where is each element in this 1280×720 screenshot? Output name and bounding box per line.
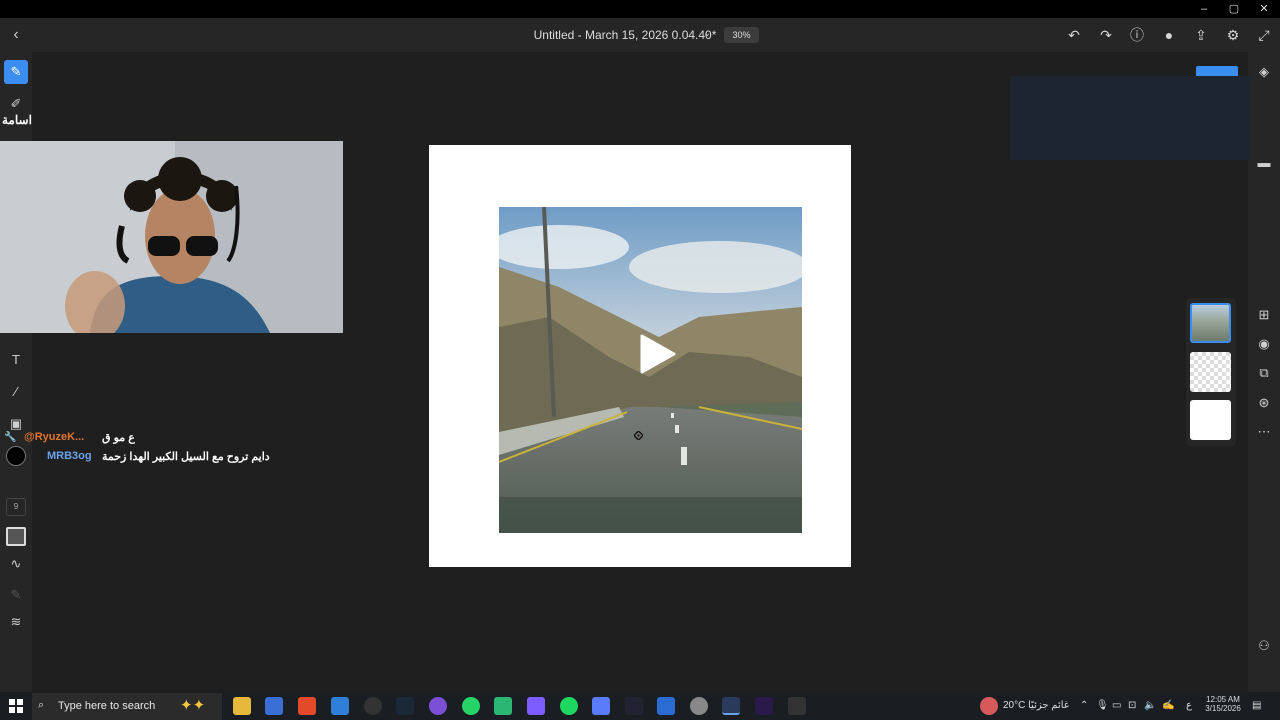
cursor-icon	[634, 431, 643, 440]
blend-icon[interactable]: ⊛	[1254, 393, 1274, 413]
brush-size-field[interactable]: 9	[6, 498, 26, 516]
clock[interactable]: 12:05 AM 3/15/2026	[1200, 695, 1246, 713]
layer-thumbnail-video[interactable]	[1190, 303, 1231, 343]
search-icon: ⌕	[38, 699, 45, 711]
redo-icon[interactable]: ↷	[1097, 26, 1115, 44]
maximize-button[interactable]: ▢	[1220, 2, 1248, 16]
layer-thumbnail-background[interactable]	[1190, 400, 1231, 440]
shapes-icon[interactable]: ⚇	[1254, 636, 1274, 656]
disabled-brush-icon: ✎	[10, 587, 22, 602]
wrench-icon: 🔧	[4, 432, 17, 443]
browser-icon[interactable]	[690, 697, 708, 715]
notifications-icon[interactable]: ▤	[1252, 700, 1261, 711]
text-tool-icon[interactable]: T	[4, 348, 28, 372]
pen-icon[interactable]: ✍	[1162, 700, 1174, 711]
tray-chevron-icon[interactable]: ⌃	[1080, 700, 1088, 711]
clock-time: 12:05 AM	[1206, 695, 1240, 704]
fresco-icon[interactable]	[722, 697, 740, 715]
spotify-icon[interactable]	[560, 697, 578, 715]
chat-message-2: دايم تروح مع السيل الكبير الهدا زحمة	[102, 451, 270, 463]
language-indicator[interactable]: ع	[1186, 700, 1192, 711]
steam-icon[interactable]	[396, 697, 414, 715]
back-icon[interactable]: ‹	[8, 26, 24, 44]
more-icon[interactable]: ⋯	[1254, 422, 1274, 442]
layers-icon[interactable]: ◈	[1254, 62, 1274, 82]
avatar	[6, 446, 26, 466]
app-icon[interactable]	[364, 697, 382, 715]
obs-icon[interactable]	[429, 697, 447, 715]
chevron-down-icon[interactable]: ⌄	[703, 28, 715, 42]
display-icon[interactable]: ⊡	[1128, 700, 1136, 711]
volume-icon[interactable]: 🔈	[1144, 700, 1156, 711]
document-title: Untitled - March 15, 2026 0.04.40*	[0, 18, 1280, 52]
draw-tool-icon[interactable]: ✎	[4, 60, 28, 84]
clock-date: 3/15/2026	[1205, 704, 1241, 713]
weather-icon[interactable]	[980, 697, 998, 715]
document-title-text[interactable]: Untitled - March 15, 2026 0.04.40*	[534, 18, 717, 52]
terminal-icon[interactable]	[625, 697, 643, 715]
ipad-app-icon[interactable]	[788, 697, 806, 715]
eyedropper-icon[interactable]: ⁄	[4, 380, 28, 404]
account-icon[interactable]: ●	[1160, 26, 1178, 44]
color-swatch[interactable]	[6, 527, 26, 546]
chat-message-1: ع مو ق	[102, 432, 135, 444]
minimize-button[interactable]: –	[1190, 2, 1218, 16]
mail-icon[interactable]	[331, 697, 349, 715]
overlay-panel	[1010, 76, 1250, 160]
window-title-bar: – ▢ ✕	[0, 0, 1280, 18]
microphone-icon[interactable]: 🎙	[1096, 700, 1109, 711]
store-icon[interactable]	[265, 697, 283, 715]
settings-icon[interactable]: ⚙	[1224, 26, 1242, 44]
vpn-icon[interactable]	[592, 697, 610, 715]
help-icon[interactable]: ⓘ	[1128, 26, 1146, 44]
premiere-icon[interactable]	[755, 697, 773, 715]
brave-icon[interactable]	[298, 697, 316, 715]
app-header: ‹ Untitled - March 15, 2026 0.04.40* ⌄ 3…	[0, 18, 1280, 52]
search-placeholder[interactable]: Type here to search	[58, 700, 155, 712]
game-icon[interactable]	[527, 697, 545, 715]
weather-desc[interactable]: غائم جزئيًا	[1028, 700, 1069, 711]
visibility-icon[interactable]: ◉	[1254, 334, 1274, 354]
android-icon[interactable]	[494, 697, 512, 715]
undo-icon[interactable]: ↶	[1065, 26, 1083, 44]
word-icon[interactable]	[657, 697, 675, 715]
network-icon[interactable]: ▭	[1112, 700, 1121, 711]
layer-thumbnail-empty[interactable]	[1190, 352, 1231, 392]
adjust-icon[interactable]: ≋	[4, 610, 28, 634]
smoothing-icon[interactable]: ∿	[4, 552, 28, 576]
close-button[interactable]: ✕	[1250, 2, 1278, 16]
webcam-overlay	[0, 141, 343, 333]
whatsapp-icon[interactable]	[462, 697, 480, 715]
play-icon[interactable]	[636, 334, 676, 374]
weather-temp[interactable]: 20°C	[1003, 700, 1025, 711]
sparkle-icon[interactable]: ✦✦	[180, 696, 205, 714]
comment-icon[interactable]: ▬	[1254, 153, 1274, 173]
add-layer-icon[interactable]: ⊞	[1254, 305, 1274, 325]
expand-icon[interactable]: ⤢	[1255, 26, 1273, 44]
chat-username-1: @RyuzeK...	[24, 431, 85, 443]
zoom-level[interactable]: 30%	[724, 27, 759, 43]
windows-start-icon[interactable]	[8, 698, 24, 714]
share-icon[interactable]: ⇪	[1192, 26, 1210, 44]
duplicate-icon[interactable]: ⧉	[1254, 363, 1274, 383]
file-explorer-icon[interactable]	[233, 697, 251, 715]
streamer-username: اسامة	[2, 113, 32, 127]
chat-username-2: MRB3og	[47, 450, 92, 462]
